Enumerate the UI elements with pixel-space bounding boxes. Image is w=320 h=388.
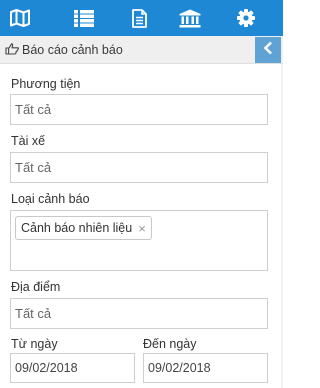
- bank-nav-button[interactable]: [170, 0, 210, 36]
- driver-select[interactable]: Tất cả: [10, 152, 268, 183]
- map-icon: [10, 9, 30, 27]
- list-icon: [74, 9, 94, 27]
- from-date-input[interactable]: 09/02/2018: [10, 353, 135, 383]
- collapse-panel-button[interactable]: [255, 37, 281, 63]
- panel-title: Báo cáo cảnh báo: [5, 36, 123, 64]
- document-nav-button[interactable]: [119, 0, 159, 36]
- list-nav-button[interactable]: [64, 0, 104, 36]
- driver-label: Tài xế: [11, 134, 46, 148]
- alert-type-tag-label: Cảnh báo nhiên liệu: [21, 221, 133, 235]
- top-nav-bar: [0, 0, 283, 36]
- from-date-value: 09/02/2018: [15, 361, 78, 375]
- panel-scrollbar[interactable]: [281, 64, 283, 388]
- to-date-label: Đến ngày: [143, 337, 197, 351]
- chevron-left-icon: [263, 41, 273, 60]
- vehicle-select[interactable]: Tất cả: [10, 94, 268, 125]
- vehicle-value: Tất cả: [15, 102, 52, 117]
- remove-tag-icon[interactable]: ×: [138, 221, 146, 236]
- panel-title-text: Báo cáo cảnh báo: [22, 43, 123, 57]
- to-date-value: 09/02/2018: [148, 361, 211, 375]
- map-nav-button[interactable]: [0, 0, 40, 36]
- alert-type-multiselect[interactable]: Cảnh báo nhiên liệu ×: [10, 210, 268, 271]
- gear-icon: [237, 9, 255, 27]
- from-date-label: Từ ngày: [11, 337, 58, 351]
- to-date-input[interactable]: 09/02/2018: [143, 353, 268, 383]
- location-select[interactable]: Tất cả: [10, 298, 268, 329]
- hand-pointer-icon: [5, 42, 22, 58]
- alert-type-tag: Cảnh báo nhiên liệu ×: [15, 216, 152, 240]
- vehicle-label: Phương tiện: [11, 77, 81, 91]
- bank-icon: [179, 9, 201, 28]
- settings-nav-button[interactable]: [226, 0, 266, 36]
- location-label: Địa điểm: [11, 280, 61, 294]
- location-value: Tất cả: [15, 306, 52, 321]
- panel-title-bar: Báo cáo cảnh báo: [0, 36, 283, 64]
- alert-type-label: Loại cảnh báo: [11, 192, 90, 206]
- driver-value: Tất cả: [15, 160, 52, 175]
- document-icon: [131, 8, 147, 28]
